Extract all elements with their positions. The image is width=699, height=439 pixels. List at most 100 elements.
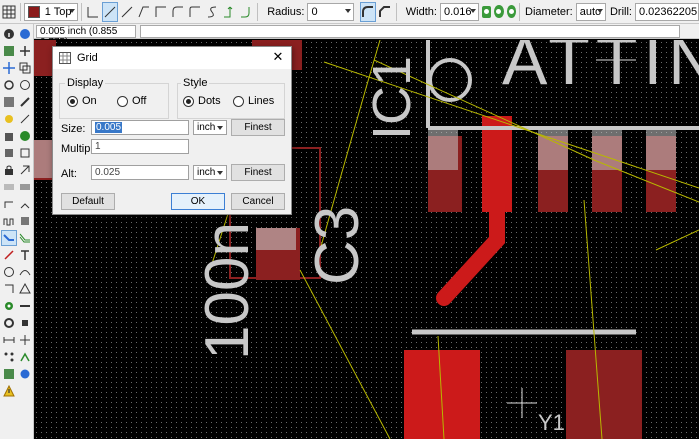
ok-button[interactable]: OK	[171, 193, 225, 210]
layer-value: 1 Top	[44, 5, 72, 18]
command-input[interactable]	[140, 24, 680, 38]
via-square-icon[interactable]	[482, 5, 492, 18]
wire-bend-elbow-icon[interactable]	[136, 2, 152, 22]
wire-bend-follow-me-icon[interactable]	[221, 2, 237, 22]
alt-label: Alt:	[61, 168, 77, 180]
mirror-icon[interactable]	[17, 77, 33, 93]
rect-icon[interactable]	[1, 281, 17, 297]
smash-icon[interactable]	[17, 162, 33, 178]
wire-bend-45-icon[interactable]	[102, 1, 119, 22]
wire-bend-arc-icon[interactable]	[170, 2, 186, 22]
show-icon[interactable]	[17, 26, 33, 42]
grid-icon[interactable]	[1, 2, 17, 22]
miter-straight-icon[interactable]	[377, 2, 393, 22]
radius-select[interactable]: 0	[307, 2, 355, 21]
route-icon[interactable]	[1, 230, 17, 246]
autorouter-icon[interactable]	[17, 349, 33, 365]
info-icon[interactable]	[1, 26, 17, 42]
text-icon[interactable]	[17, 247, 33, 263]
arc-icon[interactable]	[17, 264, 33, 280]
mark-icon[interactable]	[17, 43, 33, 59]
wire-bend-follow-me-arc-icon[interactable]	[238, 2, 254, 22]
split-icon[interactable]	[17, 111, 33, 127]
display-on-label: On	[82, 95, 97, 107]
display-off-radio[interactable]: Off	[117, 95, 146, 107]
layer-select[interactable]: 1 Top	[23, 2, 78, 21]
wire-bend-s-icon[interactable]	[204, 2, 220, 22]
size-finest-button[interactable]: Finest	[231, 119, 285, 136]
circle-icon[interactable]	[1, 264, 17, 280]
display-icon[interactable]	[1, 43, 17, 59]
polygon-icon[interactable]	[17, 281, 33, 297]
wire-bend-90-icon[interactable]	[85, 2, 101, 22]
wire-bend-round-icon[interactable]	[187, 2, 203, 22]
replace-icon[interactable]	[17, 145, 33, 161]
display-on-radio[interactable]: On	[67, 95, 97, 107]
line-icon[interactable]	[1, 247, 17, 263]
meander-icon[interactable]	[1, 213, 17, 229]
grid-dialog: Grid ✕ Display On Off Style Dots Lines S…	[52, 46, 292, 215]
width-select[interactable]: 0.016	[439, 2, 480, 21]
alt-input[interactable]: 0.025	[91, 165, 189, 180]
cap-value-label: 100n	[193, 222, 262, 360]
change-icon[interactable]	[17, 94, 33, 110]
move-icon[interactable]	[1, 60, 17, 76]
erc-icon[interactable]	[1, 366, 17, 382]
style-dots-radio[interactable]: Dots	[183, 95, 221, 107]
airwire	[299, 269, 391, 439]
lock-icon[interactable]	[1, 162, 17, 178]
command-bar: 0.005 inch (0.855 0.775)	[34, 24, 699, 48]
display-group-label: Display	[65, 77, 106, 89]
style-lines-radio[interactable]: Lines	[233, 95, 274, 107]
via-round-icon[interactable]	[494, 5, 504, 18]
silk-overlay	[34, 140, 52, 178]
add-icon[interactable]	[17, 128, 33, 144]
delete-icon[interactable]	[1, 128, 17, 144]
drc-icon[interactable]	[17, 366, 33, 382]
radius-label: Radius:	[267, 5, 305, 18]
via-octagon-icon[interactable]	[506, 5, 517, 18]
attribute-icon[interactable]	[17, 315, 33, 331]
layer-color-swatch	[27, 5, 40, 18]
width-label: Width:	[405, 5, 437, 18]
size-input[interactable]: 0.005	[91, 120, 189, 135]
value-icon[interactable]	[17, 179, 33, 195]
ripup-icon[interactable]	[17, 213, 33, 229]
errors-icon[interactable]	[1, 383, 17, 399]
size-unit-select[interactable]: inch	[193, 120, 227, 135]
crystal-pad	[566, 350, 642, 439]
ic-value-label: ATTIN	[502, 40, 699, 99]
airwire	[655, 229, 699, 251]
name-icon[interactable]	[1, 179, 17, 195]
silk-overlay	[538, 130, 568, 170]
route-multiple-icon[interactable]	[17, 230, 33, 246]
split-wire-icon[interactable]	[17, 196, 33, 212]
auto-icon[interactable]	[17, 332, 33, 348]
rotate-icon[interactable]	[1, 77, 17, 93]
multiple-input[interactable]: 1	[91, 139, 189, 154]
cancel-button[interactable]: Cancel	[231, 193, 285, 210]
default-button[interactable]: Default	[61, 193, 115, 210]
crystal-pad	[404, 350, 480, 439]
silk-overlay	[646, 130, 676, 170]
miter-round-icon[interactable]	[360, 1, 377, 22]
group-icon[interactable]	[1, 94, 17, 110]
hole-icon[interactable]	[1, 315, 17, 331]
signal-icon[interactable]	[17, 298, 33, 314]
wire-bend-corner-icon[interactable]	[153, 2, 169, 22]
ratsnest-icon[interactable]	[1, 349, 17, 365]
miter-icon[interactable]	[1, 196, 17, 212]
alt-finest-button[interactable]: Finest	[231, 164, 285, 181]
alt-unit-select[interactable]: inch	[193, 165, 227, 180]
style-dots-label: Dots	[198, 95, 221, 107]
close-icon[interactable]: ✕	[271, 50, 285, 64]
via-icon[interactable]	[1, 298, 17, 314]
dimension-icon[interactable]	[1, 332, 17, 348]
diameter-select[interactable]: auto	[575, 2, 606, 21]
optimize-icon[interactable]	[1, 145, 17, 161]
paste-icon[interactable]	[1, 111, 17, 127]
wire-bend-straight-icon[interactable]	[119, 2, 135, 22]
copy-icon[interactable]	[17, 60, 33, 76]
display-off-label: Off	[132, 95, 147, 107]
drill-select[interactable]: 0.02362205	[634, 2, 699, 21]
